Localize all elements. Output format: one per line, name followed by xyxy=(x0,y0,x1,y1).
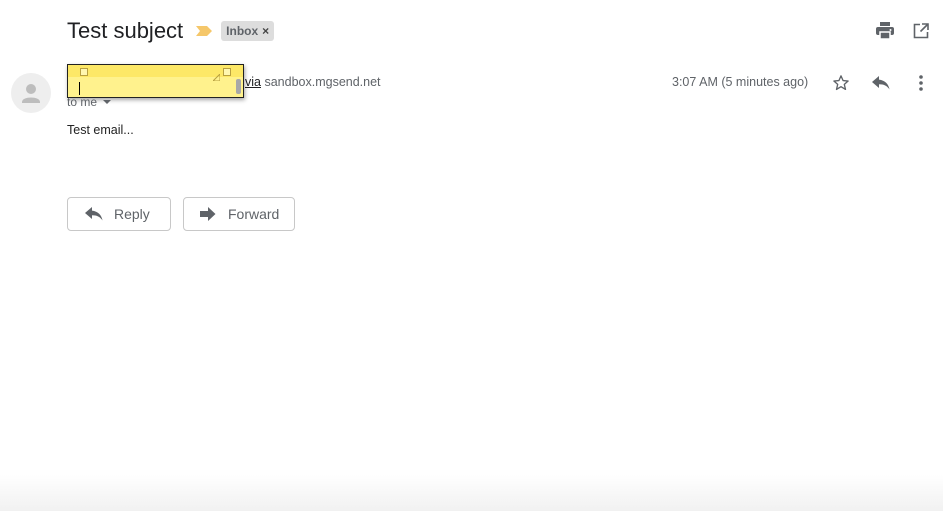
avatar[interactable] xyxy=(11,73,51,113)
sticky-note-scrollbar[interactable] xyxy=(236,79,241,94)
print-icon[interactable] xyxy=(874,20,896,42)
subject-row: Test subject Inbox × xyxy=(67,16,275,46)
sticky-note-new-icon[interactable] xyxy=(80,68,88,76)
text-cursor xyxy=(79,82,80,95)
chevron-down-icon xyxy=(103,100,112,104)
recipient-label: to me xyxy=(67,95,98,109)
remove-label-icon[interactable]: × xyxy=(262,24,269,38)
sticky-note-resize-icon[interactable] xyxy=(211,68,221,86)
recipient-details-toggle[interactable]: to me xyxy=(67,95,112,109)
email-view: Test subject Inbox × via sandbox.mgsend.… xyxy=(0,0,943,511)
bottom-edge xyxy=(0,475,943,511)
sticky-note-overlay[interactable] xyxy=(67,64,244,98)
reply-button[interactable]: Reply xyxy=(67,197,171,231)
forward-icon xyxy=(198,204,218,224)
message-body: Test email... xyxy=(67,123,134,137)
reply-icon xyxy=(84,204,104,224)
star-icon[interactable] xyxy=(830,72,852,94)
forward-button[interactable]: Forward xyxy=(183,197,295,231)
label-chip-inbox: Inbox × xyxy=(221,21,275,41)
sender-via: via sandbox.mgsend.net xyxy=(245,75,381,89)
via-link[interactable]: via xyxy=(245,75,261,89)
importance-marker-icon[interactable] xyxy=(195,24,213,38)
reply-icon[interactable] xyxy=(870,72,892,94)
subject-title: Test subject xyxy=(67,18,184,43)
person-icon xyxy=(22,84,40,103)
more-options-icon[interactable] xyxy=(910,72,932,94)
open-in-new-icon[interactable] xyxy=(910,20,932,42)
sticky-note-close-icon[interactable] xyxy=(223,68,231,76)
forward-button-label: Forward xyxy=(228,206,280,222)
reply-button-label: Reply xyxy=(114,206,150,222)
message-timestamp: 3:07 AM (5 minutes ago) xyxy=(672,75,809,89)
via-domain: sandbox.mgsend.net xyxy=(264,75,381,89)
label-chip-text: Inbox xyxy=(226,24,259,38)
